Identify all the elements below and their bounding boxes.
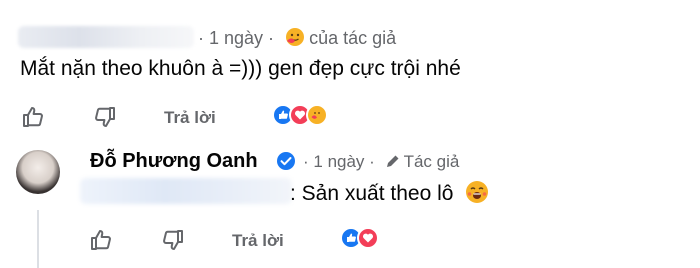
thread-connector-line: [37, 210, 39, 268]
care-reaction-icon: [306, 104, 328, 126]
mention-colon: :: [290, 182, 302, 205]
laughing-emoji-icon: [466, 181, 489, 203]
mentioned-name-blurred[interactable]: [80, 178, 292, 204]
dislike-thumb-icon[interactable]: [92, 104, 118, 130]
reply-button[interactable]: Trả lời: [164, 108, 216, 128]
verified-badge-icon: [277, 152, 295, 170]
commenter-name-blurred[interactable]: [18, 26, 194, 48]
pen-icon: [386, 154, 399, 167]
reaction-summary[interactable]: [272, 104, 328, 126]
avatar[interactable]: [16, 150, 60, 194]
comment-text: Mắt nặn theo khuôn à =))) gen đẹp cực tr…: [20, 57, 461, 80]
like-thumb-icon[interactable]: [20, 104, 46, 130]
reply-time[interactable]: 1 ngày: [313, 152, 364, 171]
comment-time[interactable]: 1 ngày: [209, 28, 263, 48]
comment-time-separator: ·: [263, 28, 275, 48]
comment-time-separator: ·: [198, 28, 209, 48]
love-reaction-icon: [357, 227, 379, 249]
reply-author-name[interactable]: Đỗ Phương Oanh: [90, 150, 258, 173]
author-badge-label: của tác giả: [309, 28, 397, 48]
author-care-icon: [286, 28, 305, 46]
comment-meta: · 1 ngày · của tác giả: [198, 27, 396, 49]
reply-time-separator: ·: [303, 152, 314, 171]
like-thumb-icon[interactable]: [88, 227, 114, 253]
reply-text-body: Sản xuất theo lô: [301, 182, 454, 205]
reply-button[interactable]: Trả lời: [232, 231, 284, 251]
reply-text: : Sản xuất theo lô: [290, 180, 489, 206]
reply-time-separator: ·: [364, 152, 375, 171]
dislike-thumb-icon[interactable]: [160, 227, 186, 253]
reaction-summary[interactable]: [340, 227, 379, 249]
author-badge-label: Tác giả: [403, 152, 460, 171]
reply-meta: · 1 ngày · Tác giả: [303, 152, 459, 172]
